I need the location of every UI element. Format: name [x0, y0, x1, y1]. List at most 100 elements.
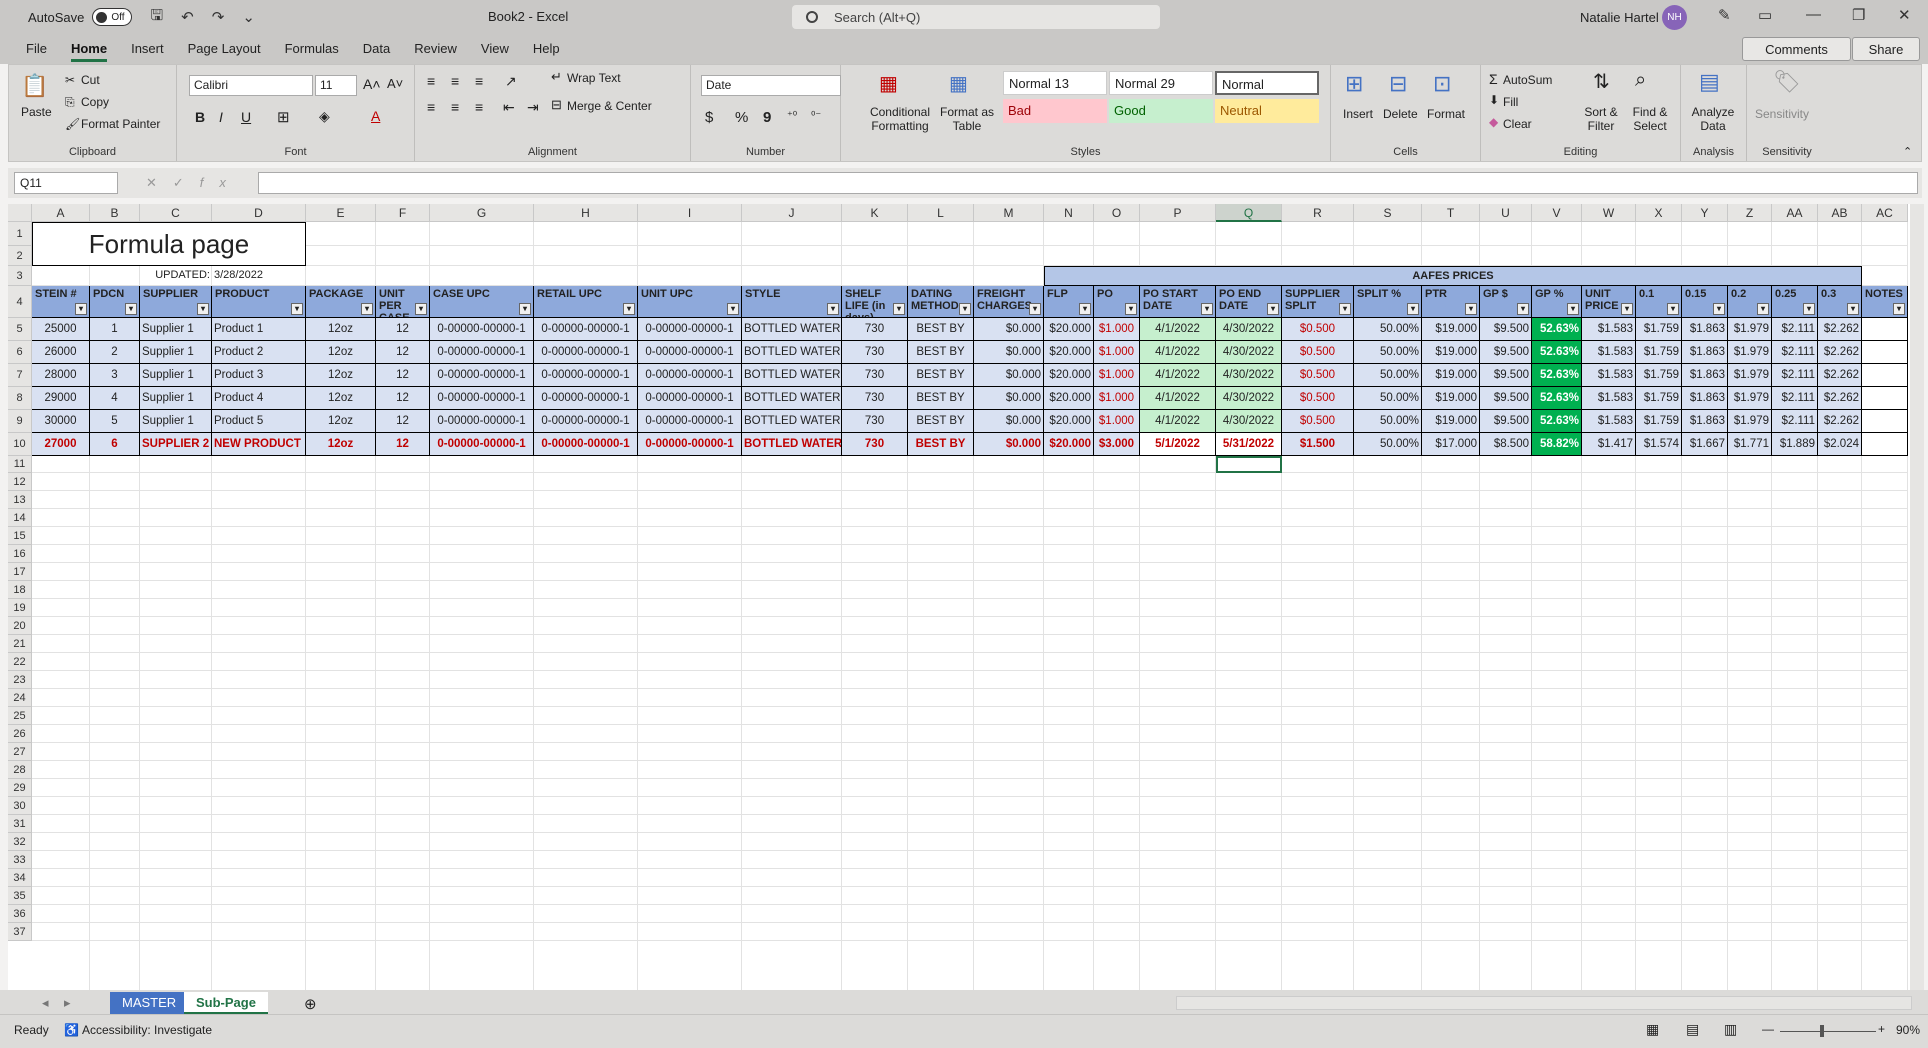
row-header-32[interactable]: 32 [8, 833, 32, 851]
cell-ac10[interactable] [1862, 433, 1908, 456]
cell-b5[interactable]: 1 [90, 318, 140, 341]
row-header-4[interactable]: 4 [8, 286, 32, 318]
filter-dropdown-icon[interactable]: ▾ [1465, 303, 1477, 315]
cell-p5[interactable]: 4/1/2022 [1140, 318, 1216, 341]
cell-g8[interactable]: 0-00000-00000-1 [430, 387, 534, 410]
cell-a7[interactable]: 28000 [32, 364, 90, 387]
row-header-10[interactable]: 10 [8, 433, 32, 456]
cell-b7[interactable]: 3 [90, 364, 140, 387]
cell-j6[interactable]: BOTTLED WATER [742, 341, 842, 364]
next-sheet-icon[interactable]: ▸ [52, 992, 83, 1014]
cell-h9[interactable]: 0-00000-00000-1 [534, 410, 638, 433]
cell-k9[interactable]: 730 [842, 410, 908, 433]
cell-m8[interactable]: $0.000 [974, 387, 1044, 410]
paste-button[interactable]: Paste [21, 105, 52, 119]
cell-n7[interactable]: $20.000 [1044, 364, 1094, 387]
row-header-36[interactable]: 36 [8, 905, 32, 923]
selected-cell-q11[interactable] [1216, 456, 1282, 473]
cell-d7[interactable]: Product 3 [212, 364, 306, 387]
copy-button[interactable]: Copy [81, 95, 109, 109]
filter-dropdown-icon[interactable]: ▾ [415, 303, 427, 315]
cell-a5[interactable]: 25000 [32, 318, 90, 341]
cell-j10[interactable]: BOTTLED WATER [742, 433, 842, 456]
cell-w8[interactable]: $1.583 [1582, 387, 1636, 410]
cell-u6[interactable]: $9.500 [1480, 341, 1532, 364]
cell-ab6[interactable]: $2.262 [1818, 341, 1862, 364]
cell-y10[interactable]: $1.667 [1682, 433, 1728, 456]
column-header-aa[interactable]: AA [1772, 204, 1818, 222]
column-header-ac[interactable]: AC [1862, 204, 1908, 222]
filter-dropdown-icon[interactable]: ▾ [361, 303, 373, 315]
cell-g10[interactable]: 0-00000-00000-1 [430, 433, 534, 456]
cell-l9[interactable]: BEST BY [908, 410, 974, 433]
cell-e7[interactable]: 12oz [306, 364, 376, 387]
align-right-icon[interactable]: ≡ [475, 99, 483, 115]
cell-c8[interactable]: Supplier 1 [140, 387, 212, 410]
fx-icon[interactable]: ✕✓fx [146, 175, 242, 191]
ribbon-display-icon[interactable]: ▭ [1758, 6, 1772, 24]
row-header-7[interactable]: 7 [8, 364, 32, 387]
filter-dropdown-icon[interactable]: ▾ [893, 303, 905, 315]
cell-s5[interactable]: 50.00% [1354, 318, 1422, 341]
pen-icon[interactable]: ✎ [1718, 6, 1731, 24]
cell-w9[interactable]: $1.583 [1582, 410, 1636, 433]
filter-dropdown-icon[interactable]: ▾ [291, 303, 303, 315]
row-header-22[interactable]: 22 [8, 653, 32, 671]
cell-n5[interactable]: $20.000 [1044, 318, 1094, 341]
cell-s6[interactable]: 50.00% [1354, 341, 1422, 364]
cell-q10[interactable]: 5/31/2022 [1216, 433, 1282, 456]
row-header-12[interactable]: 12 [8, 473, 32, 491]
accessibility-status[interactable]: Accessibility: Investigate [82, 1023, 212, 1037]
cell-k6[interactable]: 730 [842, 341, 908, 364]
cell-y6[interactable]: $1.863 [1682, 341, 1728, 364]
cell-z8[interactable]: $1.979 [1728, 387, 1772, 410]
cell-h6[interactable]: 0-00000-00000-1 [534, 341, 638, 364]
cell-m6[interactable]: $0.000 [974, 341, 1044, 364]
cell-ab7[interactable]: $2.262 [1818, 364, 1862, 387]
cell-w6[interactable]: $1.583 [1582, 341, 1636, 364]
row-header-13[interactable]: 13 [8, 491, 32, 509]
cell-w10[interactable]: $1.417 [1582, 433, 1636, 456]
column-header-p[interactable]: P [1140, 204, 1216, 222]
cell-n8[interactable]: $20.000 [1044, 387, 1094, 410]
find-select-button[interactable]: Find & Select [1625, 105, 1675, 133]
cell-ac5[interactable] [1862, 318, 1908, 341]
cell-i7[interactable]: 0-00000-00000-1 [638, 364, 742, 387]
cell-c9[interactable]: Supplier 1 [140, 410, 212, 433]
increase-font-icon[interactable]: A˄ [363, 76, 381, 92]
column-header-f[interactable]: F [376, 204, 430, 222]
row-header-17[interactable]: 17 [8, 563, 32, 581]
row-header-18[interactable]: 18 [8, 581, 32, 599]
collapse-ribbon-icon[interactable]: ⌃ [1903, 145, 1912, 158]
cell-f5[interactable]: 12 [376, 318, 430, 341]
format-as-table-button[interactable]: Format as Table [937, 105, 997, 133]
zoom-slider[interactable] [1780, 1031, 1876, 1032]
tab-formulas[interactable]: Formulas [273, 34, 351, 64]
row-header-2[interactable]: 2 [8, 246, 32, 266]
cell-b9[interactable]: 5 [90, 410, 140, 433]
row-header-30[interactable]: 30 [8, 797, 32, 815]
filter-dropdown-icon[interactable]: ▾ [1847, 303, 1859, 315]
cell-p6[interactable]: 4/1/2022 [1140, 341, 1216, 364]
cell-x6[interactable]: $1.759 [1636, 341, 1682, 364]
cell-f7[interactable]: 12 [376, 364, 430, 387]
column-header-x[interactable]: X [1636, 204, 1682, 222]
cell-n6[interactable]: $20.000 [1044, 341, 1094, 364]
save-icon[interactable]: 🖫 [150, 5, 163, 30]
cell-j7[interactable]: BOTTLED WATER [742, 364, 842, 387]
cell-m7[interactable]: $0.000 [974, 364, 1044, 387]
filter-dropdown-icon[interactable]: ▾ [1339, 303, 1351, 315]
sensitivity-button[interactable]: Sensitivity [1755, 107, 1809, 121]
cell-y9[interactable]: $1.863 [1682, 410, 1728, 433]
filter-dropdown-icon[interactable]: ▾ [1893, 303, 1905, 315]
row-header-29[interactable]: 29 [8, 779, 32, 797]
font-family-select[interactable]: Calibri [189, 75, 313, 96]
decrease-font-icon[interactable]: A˅ [387, 76, 403, 91]
cell-e6[interactable]: 12oz [306, 341, 376, 364]
cell-q8[interactable]: 4/30/2022 [1216, 387, 1282, 410]
cell-aa10[interactable]: $1.889 [1772, 433, 1818, 456]
cell-o9[interactable]: $1.000 [1094, 410, 1140, 433]
zoom-in-icon[interactable]: + [1878, 1022, 1885, 1036]
redo-icon[interactable]: ↷ [212, 8, 225, 26]
column-header-c[interactable]: C [140, 204, 212, 222]
